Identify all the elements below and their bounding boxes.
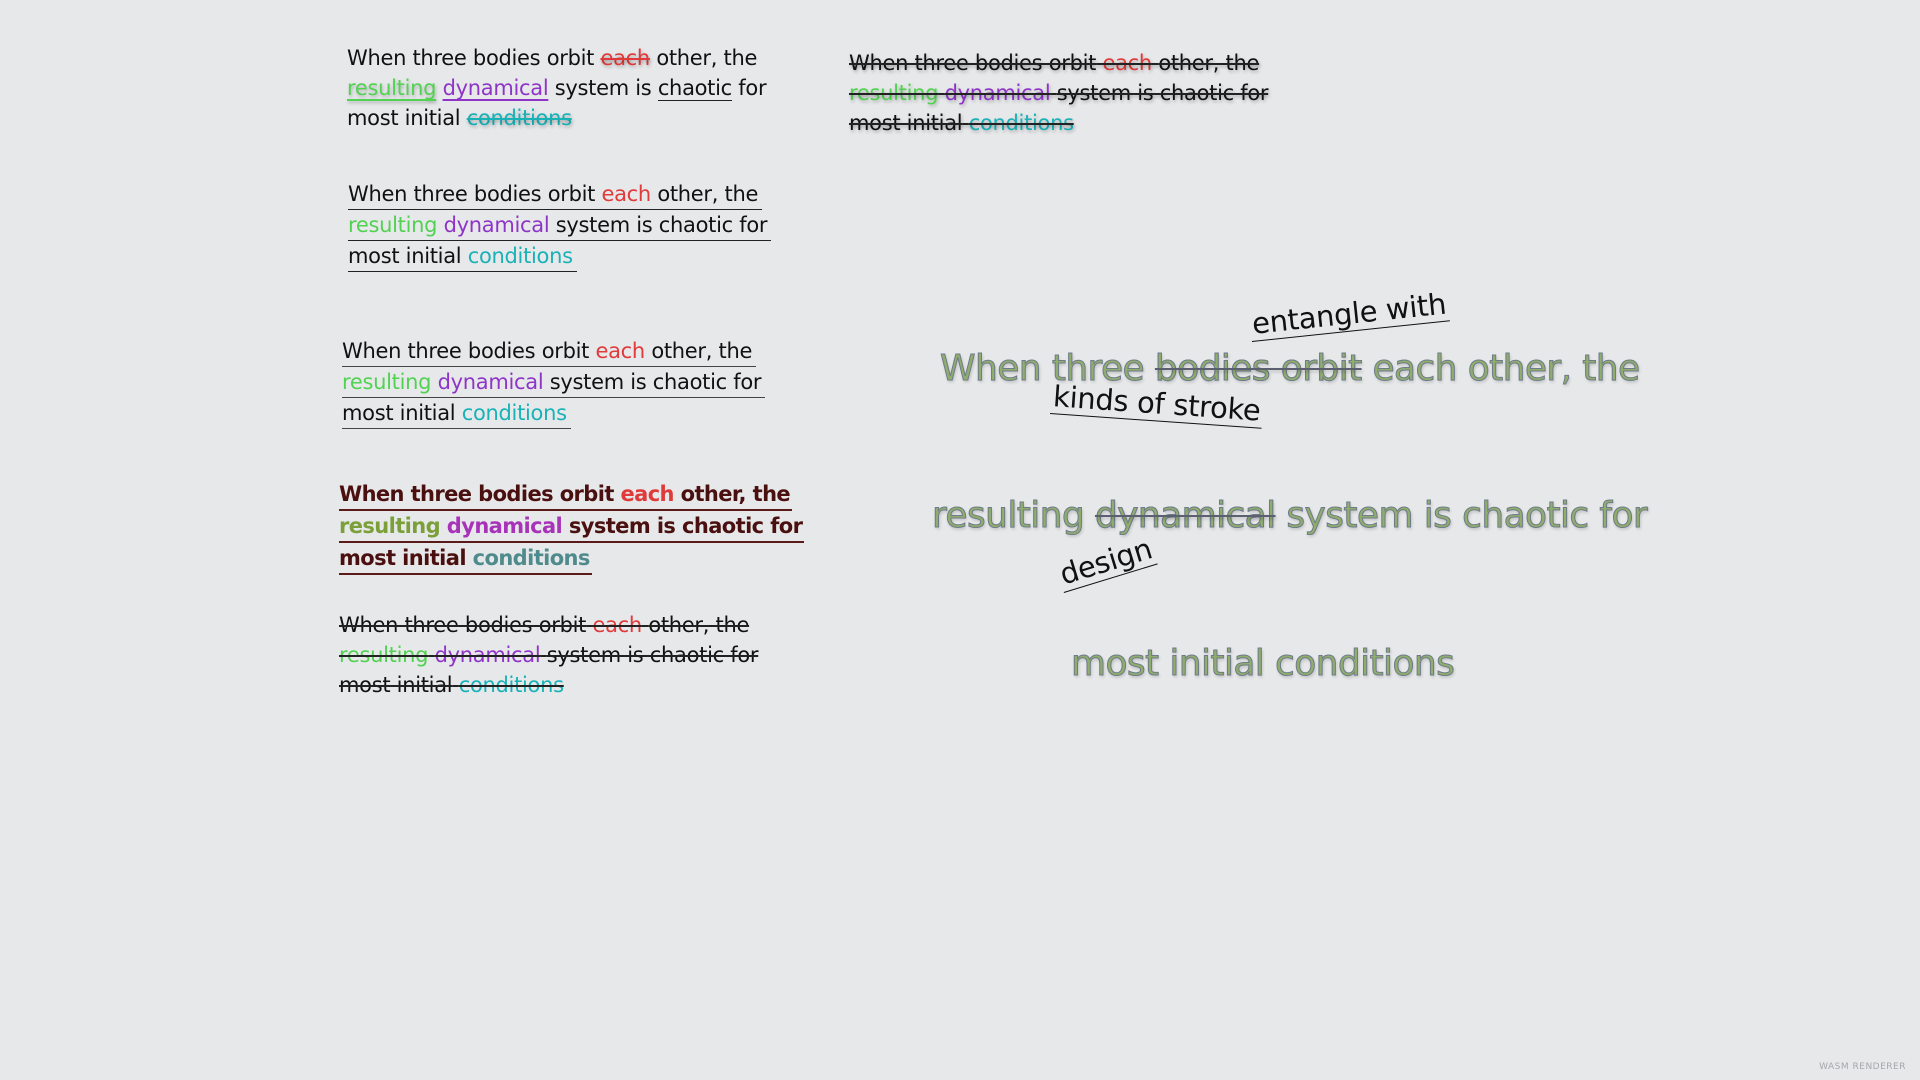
word-group: most initial	[849, 111, 963, 135]
text-block-bold: When three bodies orbit each other, the …	[339, 479, 805, 575]
line-1: When three bodies orbit each other, the	[348, 179, 763, 210]
word-each: each	[592, 613, 642, 637]
big-text-line-1: When three bodies orbit each other, the	[939, 348, 1641, 390]
word-group: system is	[554, 76, 652, 100]
word-group: system is chaotic for	[549, 370, 762, 394]
line-2: resulting dynamical system is chaotic fo…	[339, 511, 805, 543]
word-each: each	[601, 182, 651, 206]
word-conditions: conditions	[968, 111, 1074, 135]
big-word-group: most initial conditions	[1070, 643, 1455, 685]
line-2: resulting dynamical system is chaotic fo…	[849, 78, 1269, 108]
word-each: each	[600, 46, 650, 70]
word-group: When three bodies orbit	[849, 51, 1097, 75]
line-3: most initial conditions	[339, 670, 758, 700]
line-1: When three bodies orbit each other, the	[347, 43, 766, 73]
word-resulting: resulting	[339, 514, 441, 538]
line-1: When three bodies orbit each other, the	[339, 479, 793, 511]
line-3: most initial conditions	[347, 103, 766, 133]
word-conditions: conditions	[461, 401, 567, 425]
word-group: When three bodies orbit	[339, 613, 587, 637]
word-group: system is chaotic for	[568, 514, 803, 538]
line-1: When three bodies orbit each other, the	[339, 610, 758, 640]
word-dynamical: dynamical	[442, 76, 549, 100]
line-2: resulting dynamical system is chaotic fo…	[339, 640, 759, 670]
word-group: most initial	[342, 401, 456, 425]
word-group: system is chaotic for	[1056, 81, 1269, 105]
word-each: each	[595, 339, 645, 363]
annotation-entangle-with: entangle with	[1248, 286, 1450, 342]
text-block-shadow-underline: When three bodies orbit each other, the …	[347, 43, 767, 133]
line-3: most initial conditions	[339, 543, 592, 575]
word-group: When three bodies orbit	[348, 182, 596, 206]
big-text-line-2: resulting dynamical system is chaotic fo…	[931, 495, 1648, 537]
word-conditions: conditions	[458, 673, 564, 697]
word-for: for	[738, 76, 767, 100]
word-group: other, the	[648, 613, 750, 637]
word-dynamical: dynamical	[434, 643, 541, 667]
word-group: When three bodies orbit	[342, 339, 590, 363]
word-dynamical: dynamical	[443, 213, 550, 237]
line-1: When three bodies orbit each other, the	[342, 336, 757, 367]
word-resulting: resulting	[849, 81, 939, 105]
word-resulting: resulting	[339, 643, 429, 667]
word-group: most initial	[339, 546, 467, 570]
renderer-watermark: WASM RENDERER	[1819, 1062, 1906, 1072]
line-3: most initial conditions	[348, 241, 577, 272]
word-group: other, the	[1158, 51, 1260, 75]
word-group: other, the	[657, 182, 759, 206]
text-block-underlined: When three bodies orbit each other, the …	[348, 179, 772, 272]
word-dynamical: dynamical	[944, 81, 1051, 105]
text-block-strikethrough-shadow: When three bodies orbit each other, the …	[849, 48, 1269, 138]
big-word-group: resulting	[931, 495, 1085, 537]
line-3: most initial conditions	[849, 108, 1268, 138]
word-resulting: resulting	[347, 76, 437, 100]
line-3: most initial conditions	[342, 398, 571, 429]
word-group: most initial	[347, 106, 461, 130]
word-conditions: conditions	[467, 244, 573, 268]
text-block-underlined-2: When three bodies orbit each other, the …	[342, 336, 766, 429]
line-1: When three bodies orbit each other, the	[849, 48, 1268, 78]
word-group: most initial	[339, 673, 453, 697]
word-resulting: resulting	[348, 213, 438, 237]
word-conditions: conditions	[466, 106, 572, 130]
word-group: When three bodies orbit	[347, 46, 595, 70]
word-group: When three bodies orbit	[339, 482, 614, 506]
line-2: resulting dynamical system is chaotic fo…	[348, 210, 772, 241]
big-text-line-3: most initial conditions	[1070, 643, 1455, 685]
line-2: resulting dynamical system is chaotic fo…	[342, 367, 766, 398]
text-block-strikethrough: When three bodies orbit each other, the …	[339, 610, 759, 700]
word-group: other, the	[651, 339, 753, 363]
word-each: each	[620, 482, 674, 506]
word-dynamical: dynamical	[446, 514, 563, 538]
word-group: system is chaotic for	[546, 643, 759, 667]
word-conditions: conditions	[472, 546, 591, 570]
big-word-group: each other, the	[1372, 348, 1641, 390]
word-resulting: resulting	[342, 370, 432, 394]
big-struck-words: bodies orbit	[1154, 348, 1362, 390]
line-2: resulting dynamical system is chaotic fo…	[347, 73, 767, 103]
word-dynamical: dynamical	[437, 370, 544, 394]
big-word-group: system is chaotic for	[1286, 495, 1648, 537]
big-struck-words: dynamical	[1094, 495, 1276, 537]
word-group: most initial	[348, 244, 462, 268]
word-group: other, the	[680, 482, 791, 506]
word-group: other, the	[656, 46, 758, 70]
word-chaotic: chaotic	[657, 76, 732, 101]
annotation-design: design	[1053, 530, 1159, 593]
word-group: system is chaotic for	[555, 213, 768, 237]
word-each: each	[1102, 51, 1152, 75]
